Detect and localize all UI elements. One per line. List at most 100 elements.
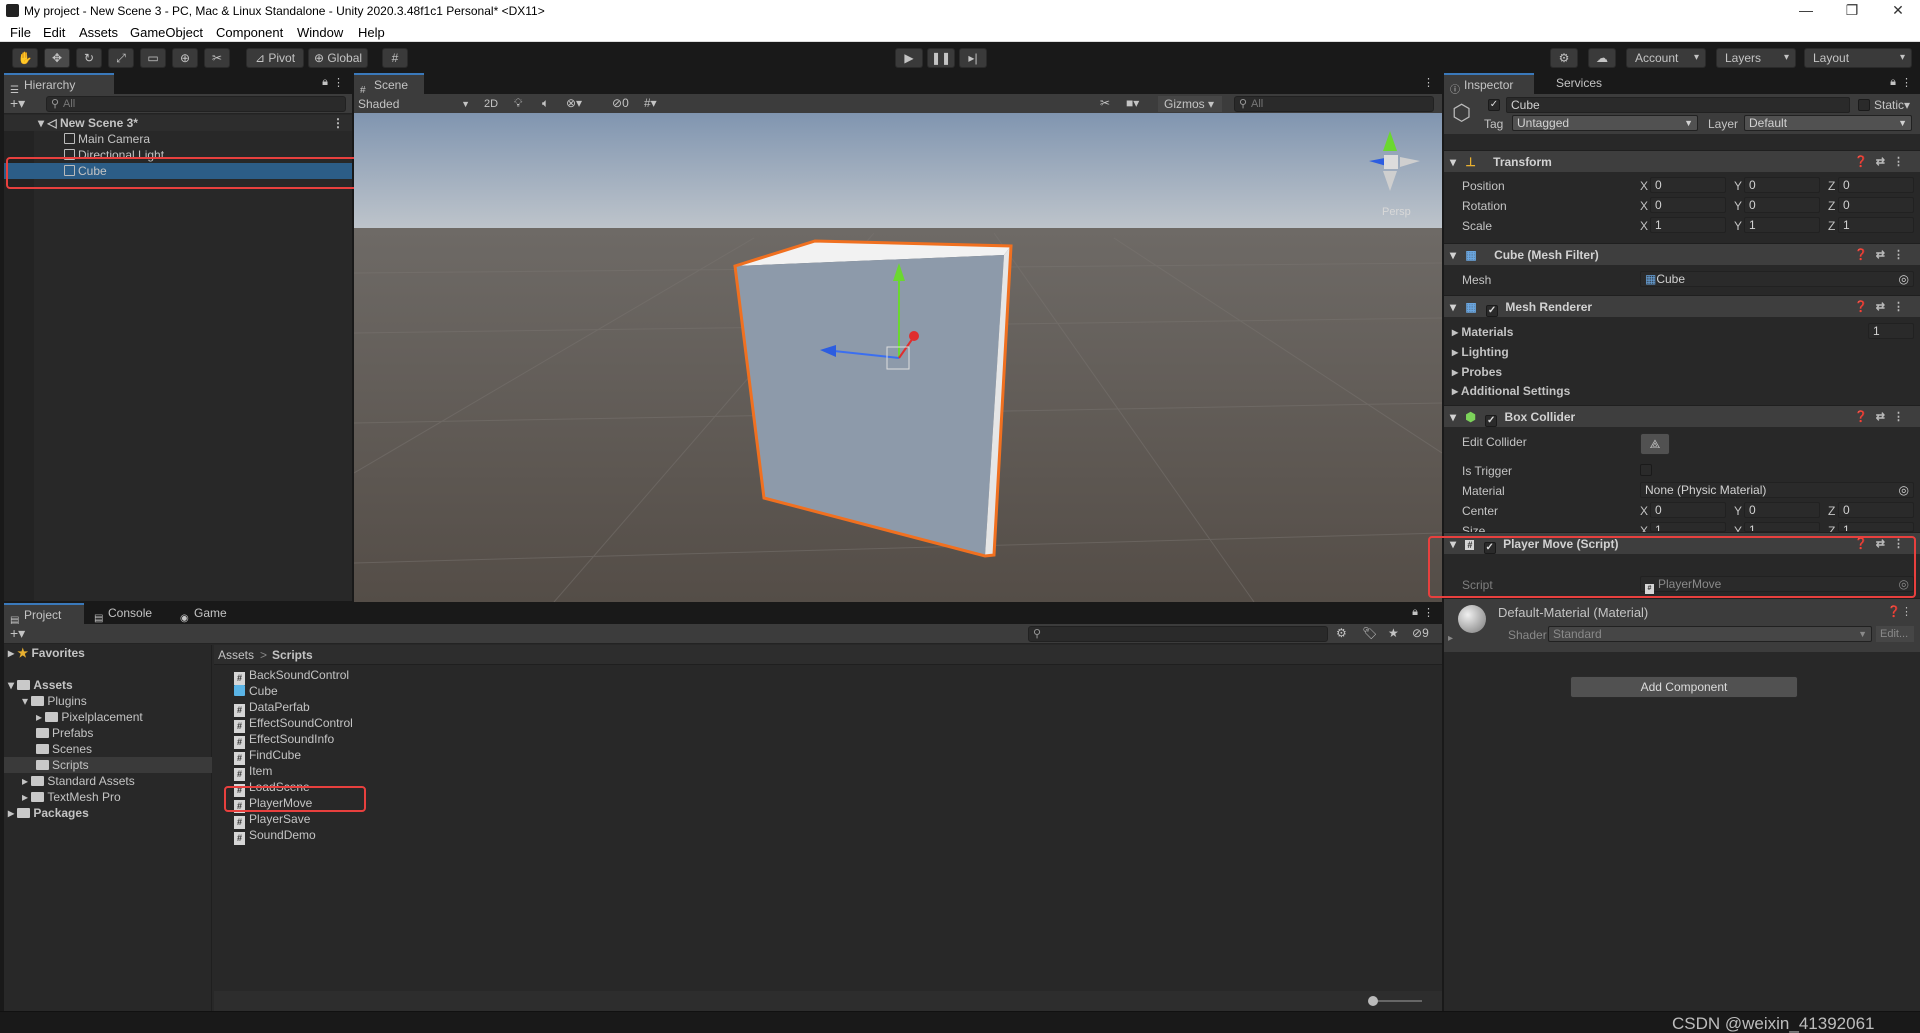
scene-viewport[interactable]: Persp <box>354 113 1442 602</box>
mesh-renderer-enabled-checkbox[interactable]: ✓ <box>1486 305 1499 317</box>
audio-toggle-icon[interactable]: 🔈︎ <box>542 96 549 111</box>
player-move-header[interactable]: ▾ # ✓ Player Move (Script) ❓⇄⋮ <box>1444 532 1920 554</box>
lock-icon[interactable]: 🔒︎ <box>1412 606 1418 619</box>
probes-foldout[interactable]: ▸ Probes <box>1452 365 1502 379</box>
center-z-field[interactable]: 0 <box>1838 502 1914 518</box>
mesh-field[interactable]: ▦Cube ◎ <box>1640 271 1914 287</box>
icon-size-slider[interactable] <box>1372 1000 1422 1002</box>
size-x-field[interactable]: 1 <box>1650 522 1726 532</box>
tree-standard-assets[interactable]: ▸ Standard Assets <box>22 773 135 789</box>
scene-root-row[interactable]: ▾ ◁ New Scene 3* ⋮ <box>4 115 352 131</box>
menu-assets[interactable]: Assets <box>79 25 118 40</box>
tree-prefabs[interactable]: Prefabs <box>36 725 93 741</box>
layout-dropdown[interactable]: Layout <box>1804 48 1912 68</box>
center-y-field[interactable]: 0 <box>1744 502 1820 518</box>
snap-grid-icon[interactable]: # <box>382 48 408 68</box>
component-actions[interactable]: ❓⇄⋮ <box>1854 406 1912 428</box>
center-x-field[interactable]: 0 <box>1650 502 1726 518</box>
file-item[interactable]: # PlayerMove <box>234 795 312 813</box>
file-item[interactable]: # EffectSoundInfo <box>234 731 334 749</box>
global-toggle[interactable]: ⊕ Global <box>308 48 368 68</box>
effects-dropdown-icon[interactable]: ⊗▾ <box>566 96 582 110</box>
rotate-tool-icon[interactable]: ↻ <box>76 48 102 68</box>
collab-icon[interactable]: ⚙ <box>1550 48 1578 68</box>
scale-z-field[interactable]: 1 <box>1838 217 1914 233</box>
tab-project[interactable]: ▤ Project <box>4 603 84 626</box>
tag-dropdown[interactable]: Untagged ▼ <box>1512 115 1698 131</box>
menu-window[interactable]: Window <box>297 25 343 40</box>
lighting-foldout[interactable]: ▸ Lighting <box>1452 345 1509 359</box>
shader-dropdown[interactable]: Standard ▼ <box>1548 626 1872 642</box>
icon-size-slider-handle[interactable] <box>1368 996 1378 1006</box>
scene-search-input[interactable]: All <box>1234 96 1434 112</box>
hidden-objects-icon[interactable]: ⊘0 <box>612 96 629 110</box>
cloud-icon[interactable]: ☁ <box>1588 48 1616 68</box>
component-actions[interactable]: ❓⇄⋮ <box>1854 244 1912 266</box>
panel-menu-icon[interactable]: ⋮ <box>1423 606 1434 619</box>
file-item[interactable]: # DataPerfab <box>234 699 310 717</box>
custom-tool-icon[interactable]: ✂ <box>204 48 230 68</box>
static-dropdown[interactable]: Static▾ <box>1874 98 1910 112</box>
hierarchy-item-main-camera[interactable]: Main Camera <box>4 131 352 147</box>
rotation-y-field[interactable]: 0 <box>1744 197 1820 213</box>
position-x-field[interactable]: 0 <box>1650 177 1726 193</box>
size-y-field[interactable]: 1 <box>1744 522 1820 532</box>
file-item[interactable]: # PlayerSave <box>234 811 310 829</box>
lock-icon[interactable]: 🔒︎ <box>322 76 328 89</box>
minimize-button[interactable]: — <box>1796 2 1816 18</box>
hierarchy-item-cube[interactable]: Cube <box>4 163 352 179</box>
menu-gameobject[interactable]: GameObject <box>130 25 203 40</box>
materials-foldout[interactable]: ▸ Materials <box>1452 325 1513 339</box>
position-z-field[interactable]: 0 <box>1838 177 1914 193</box>
mode-2d-toggle[interactable]: 2D <box>478 96 504 112</box>
project-search-input[interactable] <box>1028 626 1328 642</box>
file-item[interactable]: # LoadScene <box>234 779 310 797</box>
menu-edit[interactable]: Edit <box>43 25 65 40</box>
scene-menu-icon[interactable]: ⋮ <box>332 115 344 131</box>
size-z-field[interactable]: 1 <box>1838 522 1914 532</box>
favorite-star-icon[interactable]: ★ <box>1388 626 1399 640</box>
player-move-enabled-checkbox[interactable]: ✓ <box>1483 542 1496 554</box>
scale-x-field[interactable]: 1 <box>1650 217 1726 233</box>
component-actions[interactable]: ❓⇄⋮ <box>1854 151 1912 173</box>
mesh-renderer-header[interactable]: ▾ ▦ ✓ Mesh Renderer ❓⇄⋮ <box>1444 295 1920 317</box>
component-actions[interactable]: ❓⇄⋮ <box>1854 296 1912 318</box>
active-checkbox[interactable]: ✓ <box>1488 99 1500 111</box>
scene-canvas[interactable]: Persp <box>354 113 1442 602</box>
foldout-arrow-icon[interactable]: ▸ <box>1448 633 1453 644</box>
scale-tool-icon[interactable]: ⤢ <box>108 48 134 68</box>
pause-button[interactable]: ❚❚ <box>927 48 955 68</box>
materials-count-field[interactable]: 1 <box>1868 323 1914 339</box>
lock-icon[interactable]: 🔒︎ <box>1890 76 1896 89</box>
static-checkbox[interactable] <box>1858 99 1870 111</box>
rect-tool-icon[interactable]: ▭ <box>140 48 166 68</box>
file-item[interactable]: Cube <box>234 683 278 699</box>
transform-tool-icon[interactable]: ⊕ <box>172 48 198 68</box>
is-trigger-checkbox[interactable] <box>1640 464 1652 476</box>
breadcrumb-scripts[interactable]: Scripts <box>272 648 313 662</box>
file-item[interactable]: # EffectSoundControl <box>234 715 353 733</box>
tree-pixelplacement[interactable]: ▸ Pixelplacement <box>36 709 143 725</box>
box-collider-header[interactable]: ▾ ⬢ ✓ Box Collider ❓⇄⋮ <box>1444 405 1920 427</box>
transform-header[interactable]: ▾ ⊥ Transform ❓⇄⋮ <box>1444 150 1920 172</box>
grid-toggle-icon[interactable]: #▾ <box>644 96 657 110</box>
position-y-field[interactable]: 0 <box>1744 177 1820 193</box>
favorites-row[interactable]: ▸ ★ Favorites <box>8 645 85 661</box>
tree-textmesh-pro[interactable]: ▸ TextMesh Pro <box>22 789 121 805</box>
hierarchy-search-input[interactable]: All <box>46 96 346 112</box>
shading-dropdown[interactable]: Shaded ▼ <box>356 96 472 112</box>
camera-icon[interactable]: ■▾ <box>1126 96 1139 110</box>
physic-material-field[interactable]: None (Physic Material) ◎ <box>1640 482 1914 498</box>
scale-y-field[interactable]: 1 <box>1744 217 1820 233</box>
panel-menu-icon[interactable]: ⋮ <box>1901 76 1912 89</box>
pivot-toggle[interactable]: ⊿ Pivot <box>246 48 304 68</box>
play-button[interactable]: ▶ <box>895 48 923 68</box>
file-item[interactable]: # BackSoundControl <box>234 667 349 685</box>
tab-inspector[interactable]: ⓘ Inspector <box>1444 73 1534 96</box>
breadcrumb-assets[interactable]: Assets <box>218 648 254 662</box>
close-button[interactable]: ✕ <box>1888 2 1908 19</box>
tab-services[interactable]: Services <box>1536 73 1616 94</box>
edit-collider-button[interactable]: ⟁ <box>1640 433 1670 455</box>
menu-component[interactable]: Component <box>216 25 283 40</box>
component-actions[interactable]: ❓⇄⋮ <box>1854 533 1912 555</box>
